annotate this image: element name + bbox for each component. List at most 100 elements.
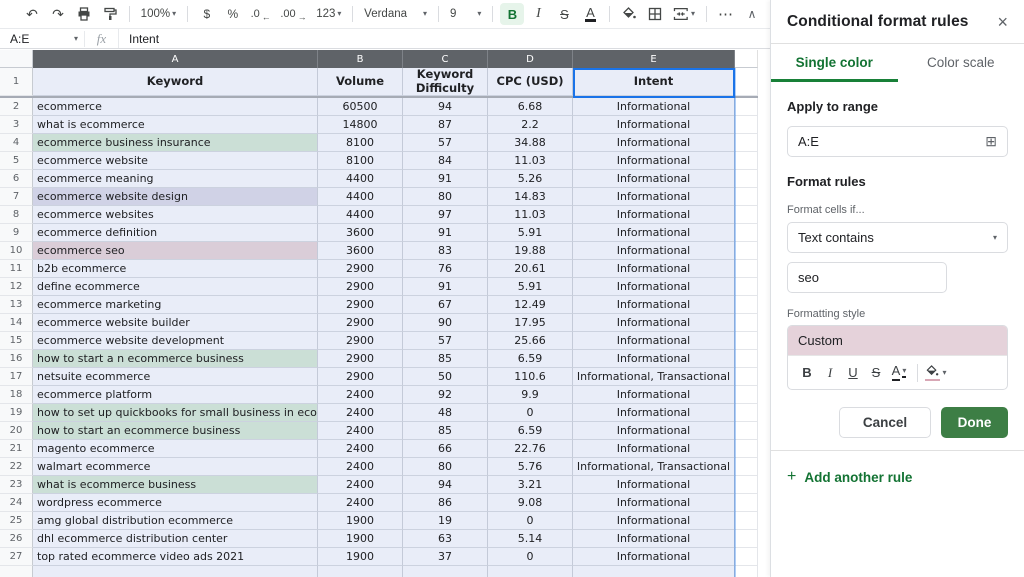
cell-E23[interactable]: Informational [573, 476, 735, 494]
row-header-11[interactable]: 11 [0, 260, 33, 278]
cell-F25[interactable] [735, 512, 758, 530]
cell-A13[interactable]: ecommerce marketing [33, 296, 318, 314]
cell-E13[interactable]: Informational [573, 296, 735, 314]
cell-A6[interactable]: ecommerce meaning [33, 170, 318, 188]
row-header-21[interactable]: 21 [0, 440, 33, 458]
cell-C9[interactable]: 91 [403, 224, 488, 242]
cell-E24[interactable]: Informational [573, 494, 735, 512]
format-percent-button[interactable]: % [221, 3, 245, 25]
cell-F13[interactable] [735, 296, 758, 314]
cell-D11[interactable]: 20.61 [488, 260, 573, 278]
row-header-23[interactable]: 23 [0, 476, 33, 494]
style-italic-button[interactable]: I [819, 361, 841, 385]
cell-F15[interactable] [735, 332, 758, 350]
header-cell-volume[interactable]: Volume [318, 68, 403, 96]
hide-menus-button[interactable]: ∧ [740, 3, 764, 25]
cell-C28[interactable] [403, 566, 488, 577]
cancel-button[interactable]: Cancel [839, 407, 931, 438]
cell-D10[interactable]: 19.88 [488, 242, 573, 260]
cell-D12[interactable]: 5.91 [488, 278, 573, 296]
cell-B22[interactable]: 2400 [318, 458, 403, 476]
cell-C8[interactable]: 97 [403, 206, 488, 224]
increase-decimal-button[interactable]: .00→ [277, 3, 311, 25]
print-button[interactable] [72, 3, 96, 25]
row-header-2[interactable]: 2 [0, 98, 33, 116]
cell-C15[interactable]: 57 [403, 332, 488, 350]
cell-A8[interactable]: ecommerce websites [33, 206, 318, 224]
cell-C25[interactable]: 19 [403, 512, 488, 530]
cell-F1[interactable] [735, 68, 758, 96]
cell-E2[interactable]: Informational [573, 98, 735, 116]
style-bold-button[interactable]: B [796, 361, 818, 385]
cell-B14[interactable]: 2900 [318, 314, 403, 332]
row-header-3[interactable]: 3 [0, 116, 33, 134]
cell-D6[interactable]: 5.26 [488, 170, 573, 188]
cell-A26[interactable]: dhl ecommerce distribution center [33, 530, 318, 548]
cell-C27[interactable]: 37 [403, 548, 488, 566]
cell-B5[interactable]: 8100 [318, 152, 403, 170]
cell-C19[interactable]: 48 [403, 404, 488, 422]
header-cell-intent[interactable]: Intent [573, 68, 735, 96]
cell-A22[interactable]: walmart ecommerce [33, 458, 318, 476]
cell-E4[interactable]: Informational [573, 134, 735, 152]
cell-A2[interactable]: ecommerce [33, 98, 318, 116]
cell-D8[interactable]: 11.03 [488, 206, 573, 224]
cell-B2[interactable]: 60500 [318, 98, 403, 116]
cell-B12[interactable]: 2900 [318, 278, 403, 296]
cell-A7[interactable]: ecommerce website design [33, 188, 318, 206]
column-header-E[interactable]: E [573, 50, 735, 68]
condition-select[interactable]: Text contains ▾ [787, 222, 1008, 253]
cell-E6[interactable]: Informational [573, 170, 735, 188]
cell-B26[interactable]: 1900 [318, 530, 403, 548]
cell-B16[interactable]: 2900 [318, 350, 403, 368]
cell-B8[interactable]: 4400 [318, 206, 403, 224]
cell-C2[interactable]: 94 [403, 98, 488, 116]
cell-B10[interactable]: 3600 [318, 242, 403, 260]
cell-F21[interactable] [735, 440, 758, 458]
style-text-color-button[interactable]: A▾ [888, 361, 910, 385]
cell-B25[interactable]: 1900 [318, 512, 403, 530]
cell-A11[interactable]: b2b ecommerce [33, 260, 318, 278]
style-underline-button[interactable]: U [842, 361, 864, 385]
cell-C12[interactable]: 91 [403, 278, 488, 296]
close-icon[interactable]: × [997, 13, 1008, 31]
cell-A19[interactable]: how to set up quickbooks for small busin… [33, 404, 318, 422]
row-header-9[interactable]: 9 [0, 224, 33, 242]
row-header-8[interactable]: 8 [0, 206, 33, 224]
cell-F12[interactable] [735, 278, 758, 296]
cell-D26[interactable]: 5.14 [488, 530, 573, 548]
cell-B11[interactable]: 2900 [318, 260, 403, 278]
cell-E8[interactable]: Informational [573, 206, 735, 224]
cell-F28[interactable] [735, 566, 758, 577]
cell-B13[interactable]: 2900 [318, 296, 403, 314]
cell-F4[interactable] [735, 134, 758, 152]
cell-B4[interactable]: 8100 [318, 134, 403, 152]
cell-C21[interactable]: 66 [403, 440, 488, 458]
cell-D16[interactable]: 6.59 [488, 350, 573, 368]
cell-B18[interactable]: 2400 [318, 386, 403, 404]
cell-A28[interactable] [33, 566, 318, 577]
cell-D7[interactable]: 14.83 [488, 188, 573, 206]
cell-A5[interactable]: ecommerce website [33, 152, 318, 170]
cell-E26[interactable]: Informational [573, 530, 735, 548]
cell-C5[interactable]: 84 [403, 152, 488, 170]
cell-F11[interactable] [735, 260, 758, 278]
cell-E18[interactable]: Informational [573, 386, 735, 404]
tab-color-scale[interactable]: Color scale [898, 44, 1024, 82]
cell-B17[interactable]: 2900 [318, 368, 403, 386]
cell-C11[interactable]: 76 [403, 260, 488, 278]
row-header-4[interactable]: 4 [0, 134, 33, 152]
cell-F10[interactable] [735, 242, 758, 260]
cell-E20[interactable]: Informational [573, 422, 735, 440]
range-input[interactable]: A:E ⊞ [787, 126, 1008, 157]
cell-A9[interactable]: ecommerce definition [33, 224, 318, 242]
cell-D27[interactable]: 0 [488, 548, 573, 566]
cell-F20[interactable] [735, 422, 758, 440]
cell-B27[interactable]: 1900 [318, 548, 403, 566]
cell-F8[interactable] [735, 206, 758, 224]
cell-B7[interactable]: 4400 [318, 188, 403, 206]
column-header-B[interactable]: B [318, 50, 403, 68]
cell-C23[interactable]: 94 [403, 476, 488, 494]
row-header-19[interactable]: 19 [0, 404, 33, 422]
cell-B6[interactable]: 4400 [318, 170, 403, 188]
